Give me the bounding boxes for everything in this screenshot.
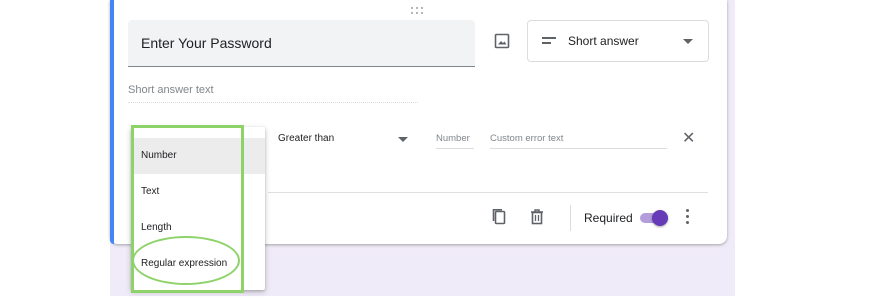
condition-chevron-icon[interactable] [398,137,408,142]
required-label: Required [584,211,633,225]
question-type-label: Short answer [568,34,639,48]
short-text-icon [542,36,556,46]
chevron-down-icon [683,39,693,44]
custom-error-input[interactable]: Custom error text [490,133,667,149]
required-toggle[interactable] [638,210,670,226]
question-title-text: Enter Your Password [141,35,272,51]
validation-number-input[interactable]: Number [436,133,474,149]
more-vert-icon[interactable] [686,209,690,225]
close-icon[interactable]: ✕ [682,131,695,147]
short-answer-preview: Short answer text [128,84,418,103]
validation-condition-select[interactable]: Greater than [278,133,334,144]
highlight-oval-annotation [132,236,240,285]
active-card-indicator [110,0,114,244]
copy-icon[interactable] [491,208,507,226]
toggle-knob [652,210,668,226]
footer-separator [570,205,571,231]
question-type-dropdown[interactable]: Short answer [527,20,709,62]
question-title-field[interactable]: Enter Your Password [128,20,475,67]
drag-handle-icon[interactable] [411,7,425,15]
footer-divider [268,192,708,193]
trash-icon[interactable] [529,208,545,226]
image-icon[interactable] [493,32,511,50]
